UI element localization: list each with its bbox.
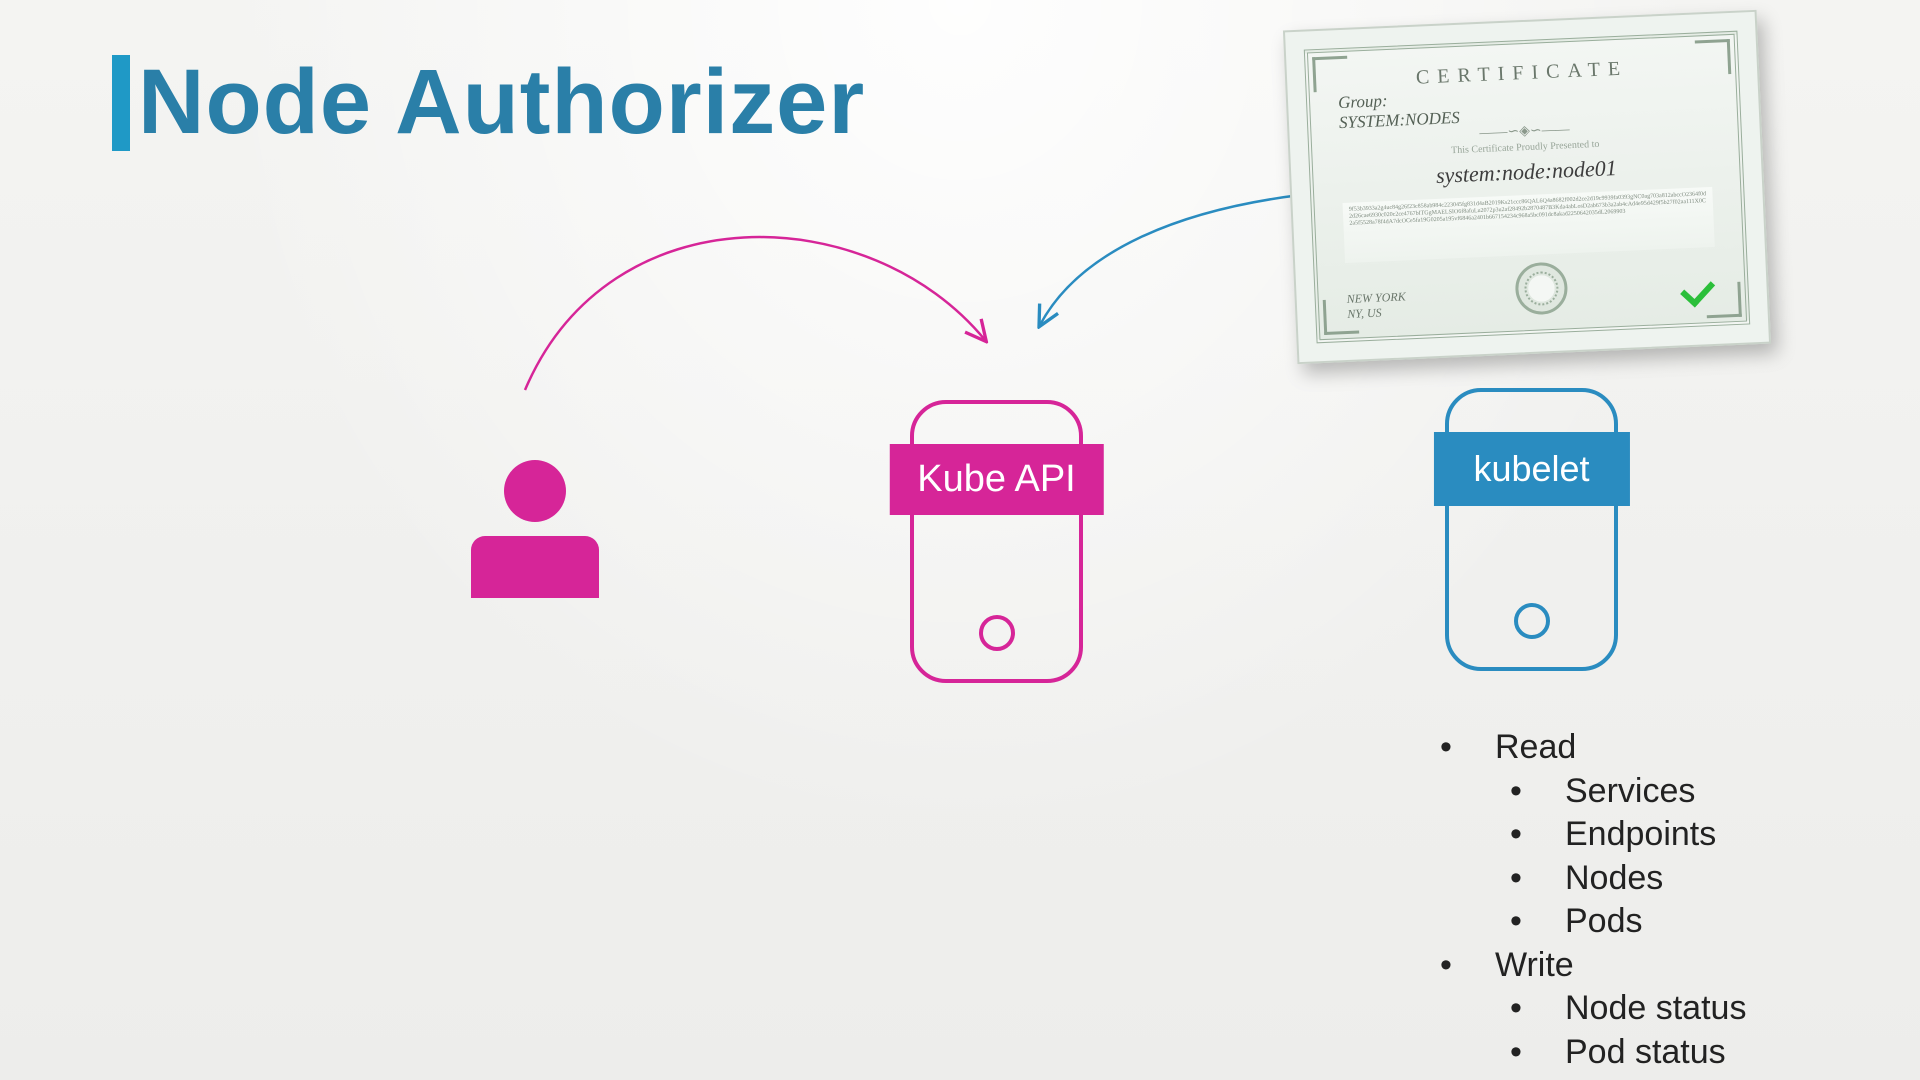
certificate-check-icon (1676, 277, 1717, 309)
perm-read-item: Pods (1510, 900, 1746, 944)
kube-api-home-icon (979, 615, 1015, 651)
kubelet-label: kubelet (1433, 432, 1629, 506)
certificate-seal-icon (1514, 261, 1568, 315)
perm-read-item: Services (1510, 770, 1746, 814)
user-icon (470, 460, 600, 600)
kube-api-label: Kube API (889, 444, 1103, 515)
slide-title: Node Authorizer (112, 50, 865, 155)
perm-read: Read (1440, 726, 1746, 770)
kubelet-home-icon (1514, 603, 1550, 639)
permissions-list: Read Services Endpoints Nodes Pods Write… (1440, 726, 1746, 1080)
certificate-group-value: SYSTEM:NODES (1339, 108, 1461, 132)
perm-write-item: Node status (1510, 987, 1746, 1031)
perm-read-item: Nodes (1510, 857, 1746, 901)
kube-api-node: Kube API (910, 400, 1083, 683)
certificate-group-label: Group: (1338, 91, 1388, 112)
perm-write-item: Pod status (1510, 1031, 1746, 1075)
perm-write-item: events (1510, 1074, 1746, 1080)
perm-read-item: Endpoints (1510, 813, 1746, 857)
certificate-body: 9f53b3933a2g4uc84g26f23c858ab984c223045f… (1343, 187, 1715, 263)
perm-write: Write (1440, 944, 1746, 988)
title-accent-bar (112, 55, 130, 151)
title-text: Node Authorizer (138, 50, 865, 155)
kubelet-node: kubelet (1445, 388, 1618, 671)
certificate: CERTIFICATE Group: SYSTEM:NODES ――∽◈∽―― … (1283, 10, 1771, 364)
